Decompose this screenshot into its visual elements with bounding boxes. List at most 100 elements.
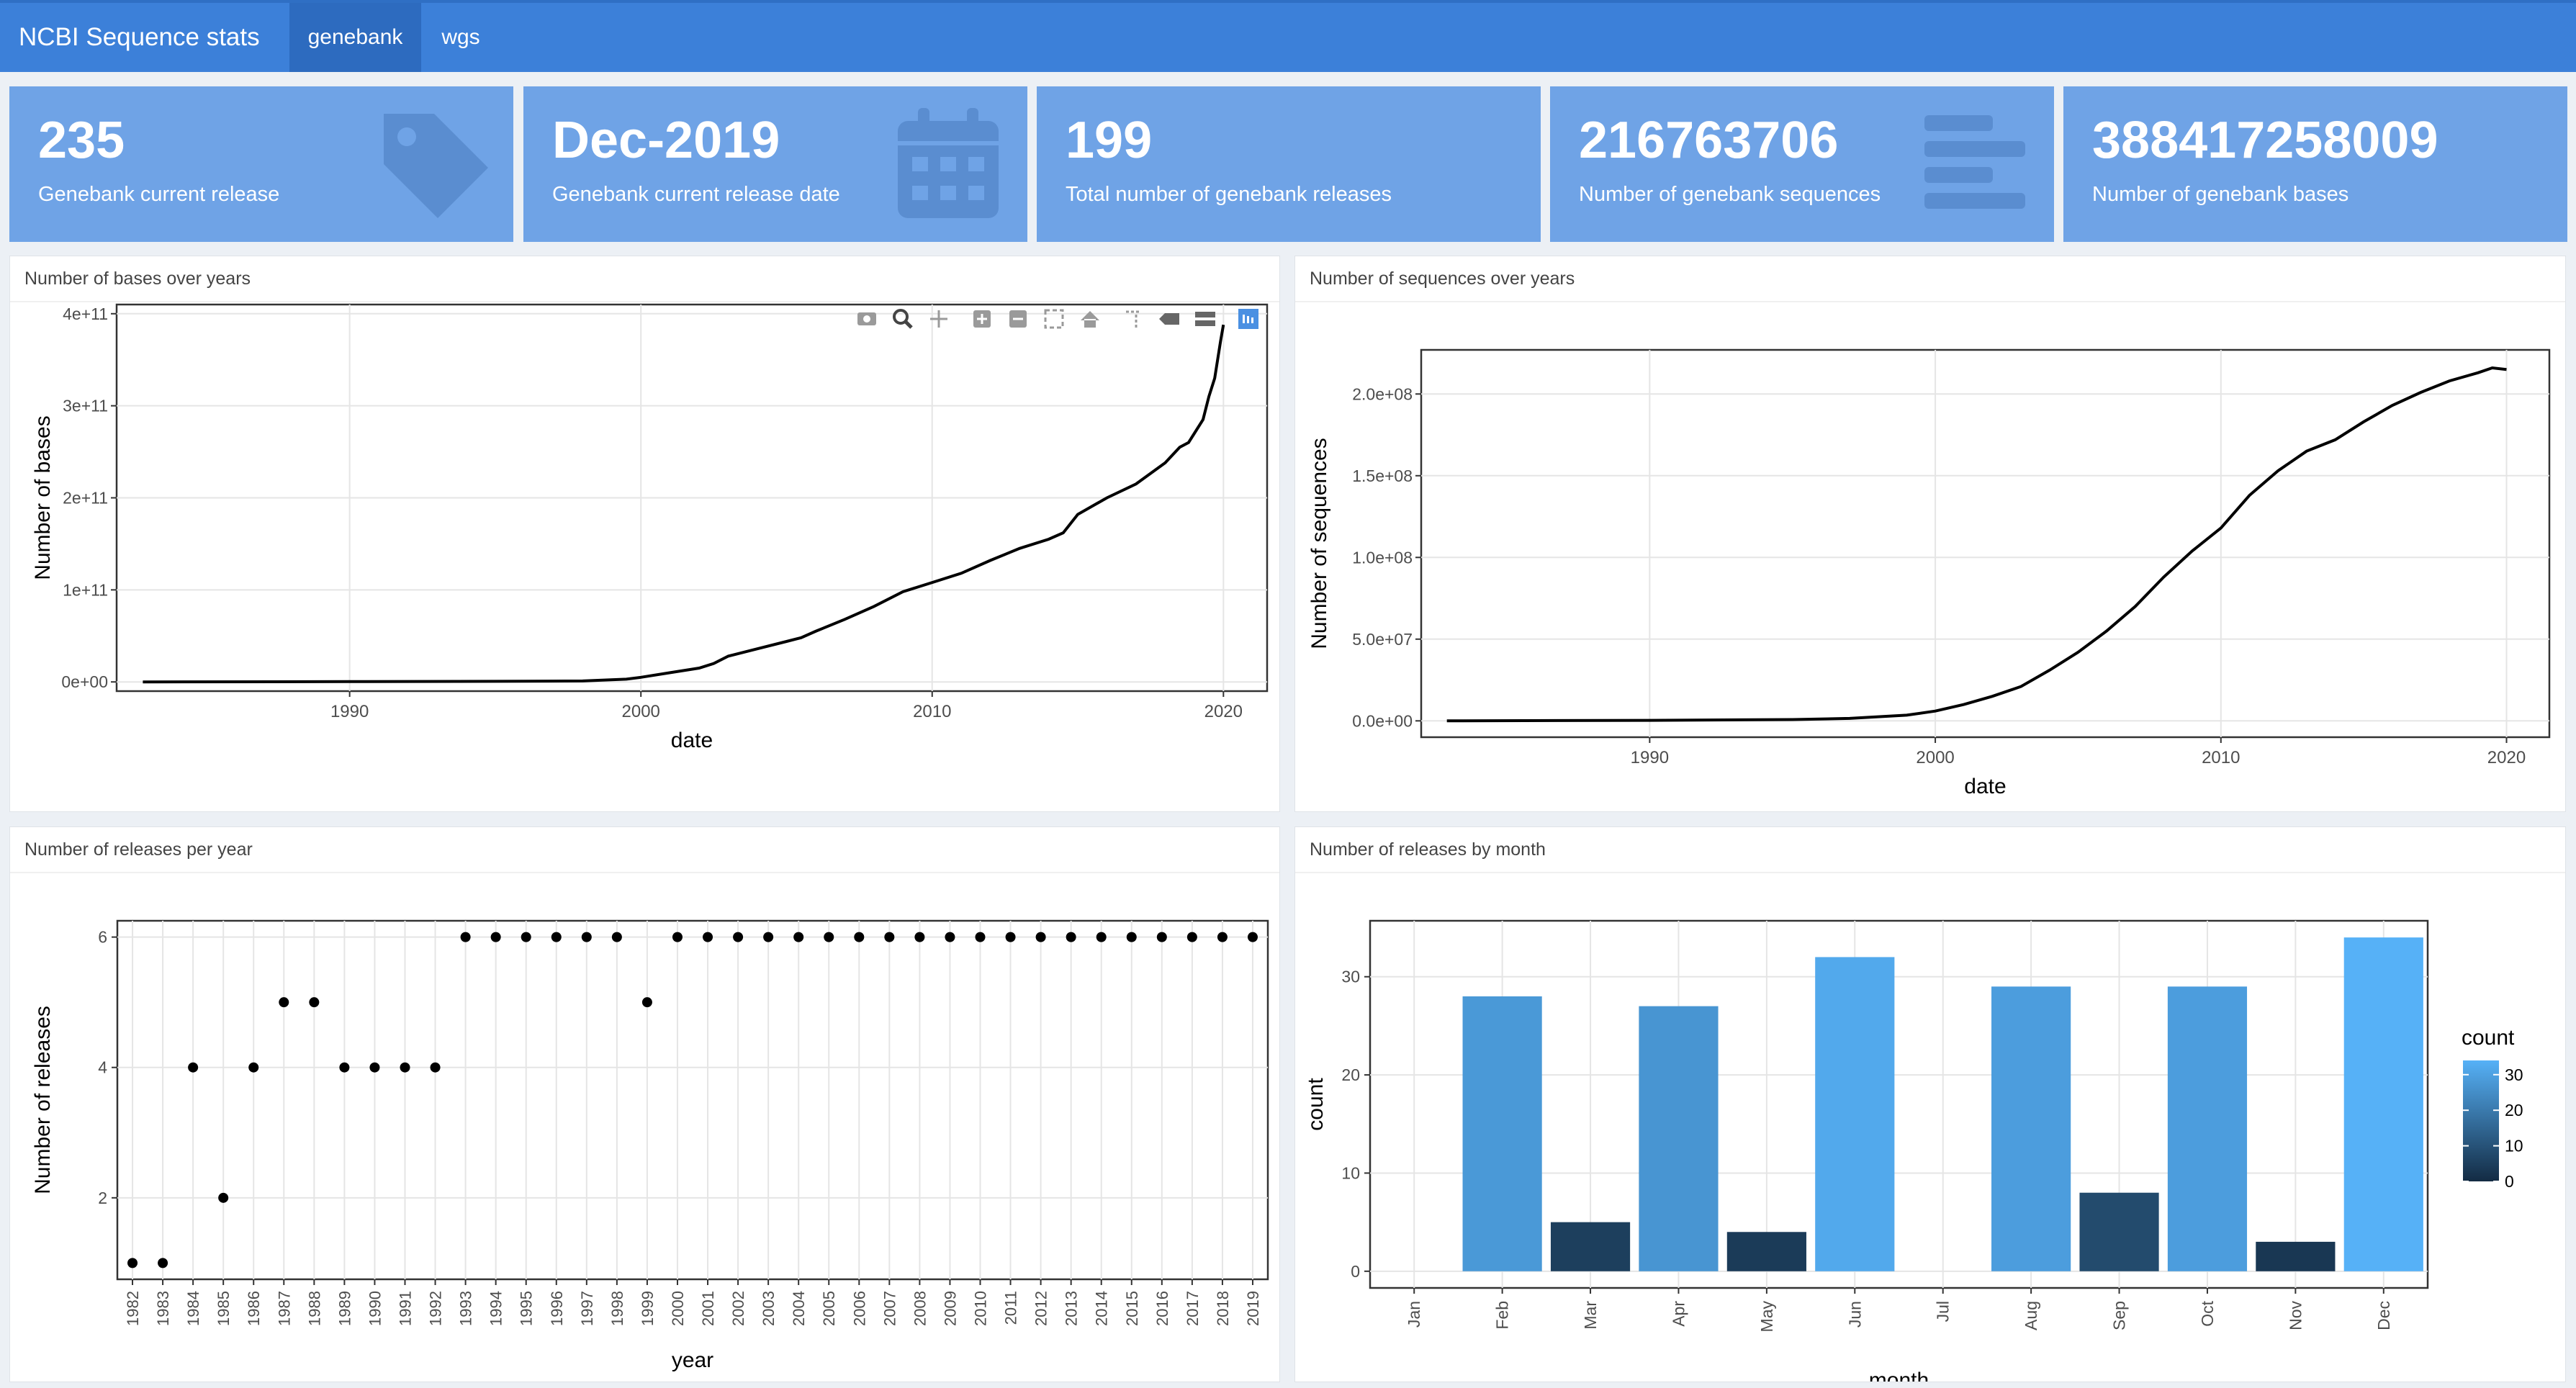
bar: [2167, 986, 2248, 1271]
bar: [1550, 1222, 1631, 1271]
x-tick-label: 2001: [699, 1291, 717, 1326]
value-box-label: Total number of genebank releases: [1066, 183, 1392, 206]
y-tick-label: 30: [1341, 968, 1360, 986]
x-tick-label: Aug: [2022, 1301, 2040, 1330]
data-point: [824, 932, 834, 942]
bar: [1991, 986, 2071, 1271]
x-tick-label: 2006: [850, 1291, 868, 1326]
data-point: [248, 1062, 259, 1073]
x-tick-label: Oct: [2198, 1300, 2217, 1326]
data-point: [945, 932, 955, 942]
bar: [1462, 996, 1542, 1271]
value-box-label: Number of genebank bases: [2092, 183, 2349, 206]
releases-month-bar-chart[interactable]: 0 10 20 30 Jan Feb Mar Apr May Jun Jul Aug Sep Oct Nov…: [1295, 873, 2566, 1382]
x-tick-label: 1990: [366, 1291, 384, 1326]
x-tick-label: 2010: [913, 702, 951, 721]
y-tick-label: 6: [98, 928, 107, 947]
data-point: [339, 1062, 350, 1073]
y-tick-label: 1.0e+08: [1352, 548, 1413, 567]
value-box-label: Genebank current release: [38, 183, 280, 206]
zoom-in-icon[interactable]: [973, 310, 991, 328]
panel-sequences: Number of sequences over years 1990 2000 2…: [1294, 256, 2566, 812]
data-point: [793, 932, 804, 942]
data-point: [1186, 932, 1197, 942]
x-tick-label: 1998: [608, 1291, 626, 1326]
x-tick-label: 2009: [941, 1291, 959, 1326]
panel-title: Number of releases by month: [1295, 827, 2565, 873]
x-tick-label: 1991: [397, 1291, 415, 1326]
data-point: [854, 932, 865, 942]
value-box-bases: 388417258009 Number of genebank bases: [2063, 86, 2567, 242]
x-tick-label: 2002: [729, 1291, 747, 1326]
x-tick-label: Nov: [2286, 1301, 2305, 1330]
x-tick-label: 1992: [427, 1291, 445, 1326]
data-point: [975, 932, 986, 942]
data-point: [581, 932, 592, 942]
tab-genebank[interactable]: genebank: [289, 3, 421, 72]
x-tick-label: 2003: [760, 1291, 778, 1326]
y-tick-label: 20: [1341, 1065, 1360, 1084]
bar: [1639, 1006, 1719, 1271]
data-point: [279, 997, 289, 1008]
x-tick-label: May: [1757, 1301, 1776, 1333]
bar: [1726, 1232, 1806, 1271]
y-tick-label: 3e+11: [63, 397, 108, 415]
y-tick-label: 4: [98, 1058, 107, 1077]
x-tick-label: 2000: [669, 1291, 687, 1326]
x-tick-label: 1982: [124, 1291, 142, 1326]
value-box-value: 216763706: [1579, 112, 1839, 169]
value-box-value: 199: [1066, 112, 1153, 169]
panel-releases-month: Number of releases by month 0 10 20 30 Jan Fe…: [1294, 826, 2566, 1382]
y-tick-label: 1e+11: [63, 580, 108, 599]
value-box-value: Dec-2019: [552, 112, 780, 169]
tab-wgs[interactable]: wgs: [421, 3, 500, 72]
x-tick-label: 2004: [790, 1291, 808, 1326]
data-point: [1066, 932, 1076, 942]
y-axis-label: count: [1304, 1078, 1328, 1131]
plotly-logo-icon[interactable]: [1238, 309, 1258, 329]
x-tick-label: 2016: [1153, 1291, 1171, 1326]
y-tick-label: 10: [1341, 1163, 1360, 1182]
x-tick-label: 1987: [275, 1291, 293, 1326]
x-tick-label: Jul: [1934, 1301, 1953, 1322]
bar: [2343, 937, 2423, 1271]
data-point: [521, 932, 531, 942]
x-tick-label: 1995: [518, 1291, 536, 1326]
app-title: NCBI Sequence stats: [19, 23, 260, 51]
y-tick-label: 0e+00: [61, 672, 108, 691]
x-tick-label: 1993: [457, 1291, 475, 1326]
x-tick-label: Jun: [1845, 1301, 1864, 1328]
x-tick-label: 2020: [1204, 702, 1243, 721]
x-tick-label: 1997: [578, 1291, 596, 1326]
sequences-line-chart[interactable]: 1990 2000 2010 2020 0.0e+00 5.0e+07 1.0e+08 1.5…: [1295, 302, 2566, 811]
x-tick-label: Sep: [2110, 1301, 2129, 1330]
x-axis-label: year: [672, 1348, 713, 1372]
data-point: [703, 932, 713, 942]
y-tick-label: 0.0e+00: [1352, 711, 1413, 730]
x-tick-label: 1996: [548, 1291, 566, 1326]
value-box-value: 235: [38, 112, 125, 169]
bases-line-chart[interactable]: 1990 2000 2010 2020 0e+00 1e+11 2e+11 3e+11 4e+1…: [10, 302, 1280, 811]
zoom-out-icon[interactable]: [1009, 310, 1027, 328]
releases-year-scatter[interactable]: 2 4 6 1982 1983 1984 1985 1986 1987 1988 1989 1990 1…: [10, 873, 1280, 1382]
data-point: [1126, 932, 1137, 942]
x-tick-label: 2000: [1916, 748, 1954, 767]
bar: [2256, 1241, 2336, 1271]
x-tick-label: 2020: [2487, 748, 2526, 767]
x-tick-label: 2018: [1214, 1291, 1232, 1326]
x-tick-label: 2019: [1244, 1291, 1262, 1326]
value-box-sequences: 216763706 Number of genebank sequences: [1550, 86, 2054, 242]
x-tick-label: 2007: [881, 1291, 899, 1326]
data-point: [1035, 932, 1046, 942]
data-point: [188, 1062, 199, 1073]
camera-icon[interactable]: [857, 312, 876, 325]
x-tick-label: 2017: [1184, 1291, 1202, 1326]
panel-bases: Number of bases over years 1990 2000 2010 2…: [9, 256, 1280, 812]
value-box-release-date: Dec-2019 Genebank current release date: [523, 86, 1027, 242]
legend-tick-label: 30: [2505, 1065, 2523, 1084]
data-point: [914, 932, 925, 942]
panel-releases-year: Number of releases per year 2 4 6 1982 1983 1…: [9, 826, 1280, 1382]
tag-icon: [384, 114, 488, 218]
list-icon: [1924, 115, 2025, 209]
panel-title: Number of sequences over years: [1295, 256, 2565, 302]
